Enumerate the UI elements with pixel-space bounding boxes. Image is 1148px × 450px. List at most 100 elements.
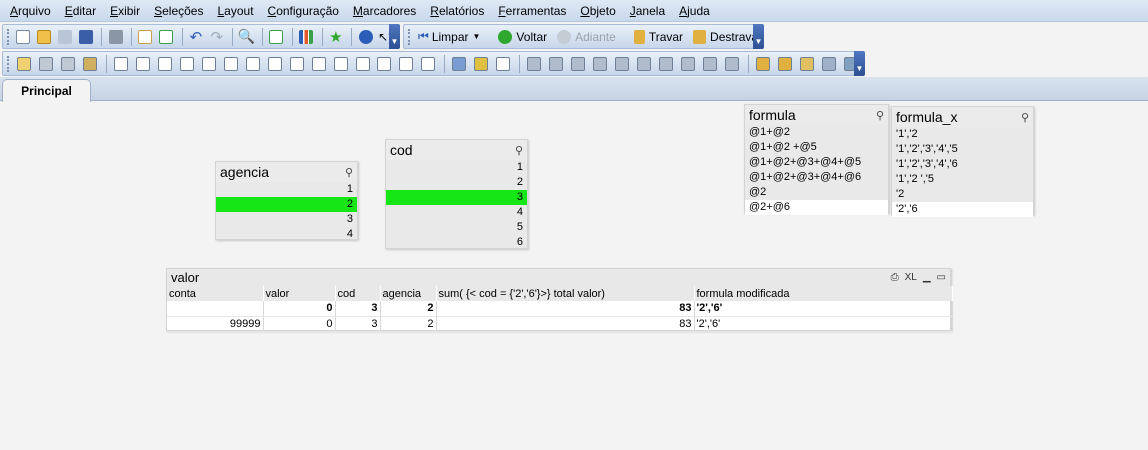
listbox-caption[interactable]: agencia ⚲	[216, 162, 357, 182]
edit-module-button[interactable]	[797, 54, 817, 74]
search-icon[interactable]: ⚲	[876, 109, 884, 122]
document-properties-button[interactable]	[753, 54, 773, 74]
table-caption[interactable]: valor ⎙ XL ▁ ▭	[167, 269, 950, 286]
listbox-value[interactable]: @2+@6	[745, 200, 888, 215]
search-icon[interactable]: ⚲	[1021, 111, 1029, 124]
minimize-icon[interactable]: ▁	[923, 272, 931, 283]
column-header[interactable]: valor	[263, 286, 336, 301]
menu-item-seleções[interactable]: Seleções	[154, 4, 203, 18]
checkbox-button[interactable]	[243, 54, 263, 74]
tab-principal[interactable]: Principal	[2, 79, 91, 102]
align-middle-button[interactable]	[612, 54, 632, 74]
table-cell[interactable]	[167, 301, 264, 317]
listbox-value[interactable]: 2	[386, 175, 527, 190]
table-cell[interactable]: '2','6'	[694, 301, 953, 317]
help-button[interactable]	[356, 27, 375, 47]
maximize-icon[interactable]: ▭	[937, 272, 946, 283]
travar-button[interactable]: Travar	[630, 27, 687, 47]
new-document-button[interactable]	[14, 27, 33, 47]
listbox-value[interactable]: 1	[216, 182, 357, 197]
column-header[interactable]: conta	[167, 286, 264, 301]
listbox-value[interactable]: 6	[386, 235, 527, 250]
current-selections-button[interactable]	[267, 27, 286, 47]
listbox-value[interactable]: 2	[216, 197, 357, 212]
align-center-button[interactable]	[546, 54, 566, 74]
back-sheet-button[interactable]	[36, 54, 56, 74]
table-cell[interactable]: 3	[335, 301, 381, 317]
table-cell[interactable]: 2	[380, 301, 437, 317]
chart-button[interactable]	[199, 54, 219, 74]
space-horizontal-button[interactable]	[656, 54, 676, 74]
listbox-value[interactable]: '1','2 ','5	[892, 172, 1033, 187]
menu-item-marcadores[interactable]: Marcadores	[353, 4, 416, 18]
table-cell[interactable]: 2	[380, 316, 437, 332]
send-to-excel-icon[interactable]: XL	[905, 272, 917, 283]
align-left-button[interactable]	[524, 54, 544, 74]
menu-item-janela[interactable]: Janela	[630, 4, 665, 18]
align-bottom-button[interactable]	[590, 54, 610, 74]
listbox-value[interactable]: 4	[386, 205, 527, 220]
custom-object-button[interactable]	[418, 54, 438, 74]
listbox-value[interactable]: 1	[386, 160, 527, 175]
listbox-value[interactable]: @1+@2	[745, 125, 888, 140]
menu-item-configuração[interactable]: Configuração	[268, 4, 339, 18]
toolbar-grip[interactable]	[7, 55, 10, 72]
forward-sheet-button[interactable]	[58, 54, 78, 74]
align-top-button[interactable]	[634, 54, 654, 74]
search-button[interactable]: 🔍	[237, 27, 256, 47]
column-header[interactable]: cod	[335, 286, 381, 301]
toolbar-overflow-button[interactable]: ▼	[389, 24, 400, 49]
menu-item-editar[interactable]: Editar	[65, 4, 96, 18]
listbox-caption[interactable]: formula ⚲	[745, 105, 888, 125]
new-sheet-button[interactable]	[14, 54, 34, 74]
statistics-box-button[interactable]	[133, 54, 153, 74]
input-box-button[interactable]	[221, 54, 241, 74]
toolbar-overflow-button[interactable]: ▼	[753, 24, 764, 49]
adjust-top-button[interactable]	[722, 54, 742, 74]
search-icon[interactable]: ⚲	[345, 166, 353, 179]
search-object-button[interactable]	[375, 54, 395, 74]
undo-button[interactable]: ↶	[187, 27, 206, 47]
button-button[interactable]	[265, 54, 285, 74]
listbox-caption[interactable]: cod ⚲	[386, 140, 527, 160]
text-object-button[interactable]	[287, 54, 307, 74]
new-chart-button[interactable]	[297, 27, 316, 47]
listbox-value[interactable]: @1+@2+@3+@4+@5	[745, 155, 888, 170]
multi-box-button[interactable]	[177, 54, 197, 74]
bookmark-button[interactable]: ★	[326, 27, 345, 47]
open-button[interactable]	[35, 27, 54, 47]
listbox-value[interactable]: '1','2','3','4','5	[892, 142, 1033, 157]
listbox-value[interactable]: '1','2	[892, 127, 1033, 142]
table-cell[interactable]: 0	[263, 316, 336, 332]
table-cell[interactable]: 0	[263, 301, 336, 317]
table-box-button[interactable]	[155, 54, 175, 74]
edit-script-button[interactable]	[136, 27, 155, 47]
listbox-value[interactable]: @1+@2+@3+@4+@6	[745, 170, 888, 185]
table-cell[interactable]: 83	[436, 316, 695, 332]
listbox-value[interactable]: '1','2','3','4','6	[892, 157, 1033, 172]
menu-item-relatórios[interactable]: Relatórios	[430, 4, 484, 18]
save-button[interactable]	[76, 27, 95, 47]
bookmark-object-button[interactable]	[353, 54, 373, 74]
sheet-settings-button[interactable]	[775, 54, 795, 74]
listbox-value[interactable]: @2	[745, 185, 888, 200]
align-right-button[interactable]	[568, 54, 588, 74]
voltar-button[interactable]: Voltar	[494, 27, 551, 47]
toolbar-grip[interactable]	[7, 28, 10, 45]
adjust-left-button[interactable]	[700, 54, 720, 74]
menu-item-exibir[interactable]: Exibir	[110, 4, 140, 18]
select-objects-button[interactable]	[493, 54, 513, 74]
redo-button[interactable]: ↷	[207, 27, 226, 47]
reload-data-button[interactable]	[157, 27, 176, 47]
listbox-value[interactable]: 3	[386, 190, 527, 205]
sheet-properties-button[interactable]	[80, 54, 100, 74]
menu-item-arquivo[interactable]: Arquivo	[10, 4, 51, 18]
column-header[interactable]: sum( {< cod = {'2','6'}>} total valor)	[436, 286, 695, 301]
listbox-caption[interactable]: formula_x ⚲	[892, 107, 1033, 127]
toolbar-overflow-button[interactable]: ▼	[854, 51, 865, 76]
share-button[interactable]	[819, 54, 839, 74]
menu-item-ajuda[interactable]: Ajuda	[679, 4, 710, 18]
table-cell[interactable]: 3	[335, 316, 381, 332]
table-cell[interactable]: 83	[436, 301, 695, 317]
print-button[interactable]	[106, 27, 125, 47]
